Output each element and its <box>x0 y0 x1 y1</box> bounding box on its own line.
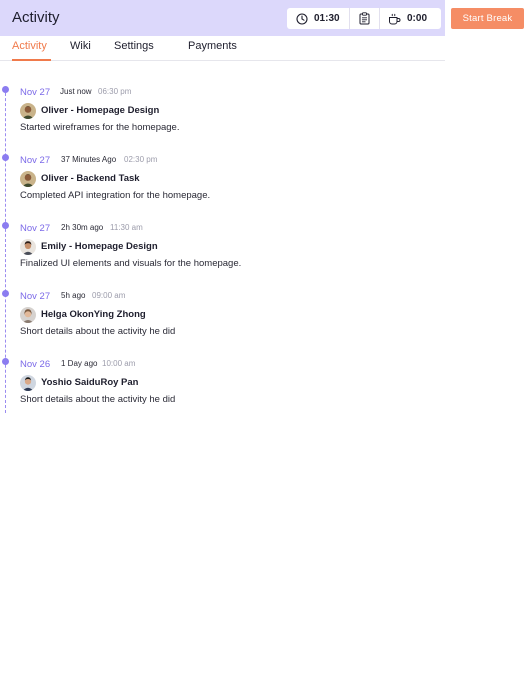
activity-time: 09:00 am <box>92 291 126 300</box>
activity-title[interactable]: Oliver - Homepage Design <box>41 105 159 116</box>
clipboard-icon <box>359 12 370 25</box>
tab-wiki[interactable]: Wiki <box>70 40 91 52</box>
activity-item: Nov 27 2h 30m ago 11:30 am Emily - Homep… <box>0 220 440 280</box>
active-tab-indicator <box>12 59 51 61</box>
activity-item: Nov 27 37 Minutes Ago 02:30 pm Oliver - … <box>0 152 440 212</box>
break-timer[interactable]: 0:00 <box>380 8 441 29</box>
coffee-cup-icon <box>389 13 401 24</box>
activity-title[interactable]: Yoshio SaiduRoy Pan <box>41 377 138 388</box>
clock-icon <box>296 12 308 25</box>
activity-relative-time: 37 Minutes Ago <box>61 155 117 164</box>
activity-date: Nov 27 <box>20 291 51 302</box>
activity-time: 11:30 am <box>110 223 143 232</box>
activity-date: Nov 27 <box>20 155 51 166</box>
start-break-button[interactable]: Start Break <box>451 8 524 29</box>
activity-item: Nov 27 Just now 06:30 pm Oliver - Homepa… <box>0 84 440 144</box>
activity-time: 10:00 am <box>102 359 136 368</box>
avatar <box>20 239 36 255</box>
tab-payments[interactable]: Payments <box>188 40 237 52</box>
activity-title[interactable]: Emily - Homepage Design <box>41 241 158 252</box>
avatar <box>20 307 36 323</box>
avatar <box>20 171 36 187</box>
work-timer[interactable]: 01:30 <box>287 8 350 29</box>
timeline-dot <box>2 358 9 365</box>
avatar <box>20 375 36 391</box>
activity-title[interactable]: Helga OkonYing Zhong <box>41 309 146 320</box>
timeline-dot <box>2 154 9 161</box>
activity-relative-time: 1 Day ago <box>61 359 98 368</box>
tab-bar: Activity Wiki Settings Payments <box>0 36 445 61</box>
activity-description: Completed API integration for the homepa… <box>20 190 211 201</box>
tasks-button[interactable] <box>350 8 380 29</box>
timeline-dot <box>2 222 9 229</box>
activity-description: Short details about the activity he did <box>20 326 176 337</box>
activity-item: Nov 26 1 Day ago 10:00 am Yoshio SaiduRo… <box>0 356 440 416</box>
activity-relative-time: Just now <box>60 87 92 96</box>
activity-date: Nov 27 <box>20 87 51 98</box>
timeline-dot <box>2 290 9 297</box>
timer-group: 01:30 0:00 <box>287 8 441 29</box>
page-title: Activity <box>12 9 60 26</box>
activity-description: Short details about the activity he did <box>20 394 176 405</box>
activity-title[interactable]: Oliver - Backend Task <box>41 173 140 184</box>
activity-description: Started wireframes for the homepage. <box>20 122 180 133</box>
activity-relative-time: 5h ago <box>61 291 86 300</box>
activity-description: Finalized UI elements and visuals for th… <box>20 258 242 269</box>
avatar <box>20 103 36 119</box>
activity-item: Nov 27 5h ago 09:00 am Helga OkonYing Zh… <box>0 288 440 348</box>
activity-time: 02:30 pm <box>124 155 158 164</box>
activity-date: Nov 27 <box>20 223 51 234</box>
activity-time: 06:30 pm <box>98 87 132 96</box>
timeline-dot <box>2 86 9 93</box>
work-timer-value: 01:30 <box>314 13 340 24</box>
activity-date: Nov 26 <box>20 359 51 370</box>
break-timer-value: 0:00 <box>407 13 428 24</box>
tab-settings[interactable]: Settings <box>114 40 154 52</box>
tab-activity[interactable]: Activity <box>12 40 47 52</box>
header-bar: Activity 01:30 0:00 <box>0 0 445 36</box>
activity-relative-time: 2h 30m ago <box>61 223 104 232</box>
